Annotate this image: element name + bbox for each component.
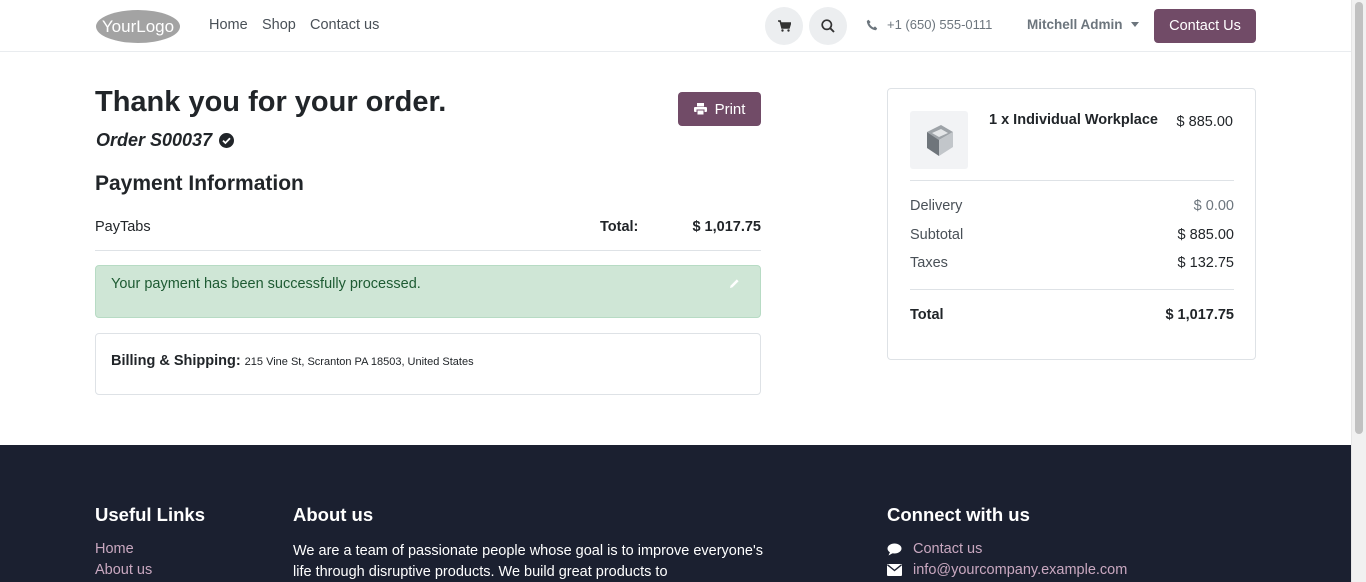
footer-email-link[interactable]: info@yourcompany.example.com [887, 562, 1127, 578]
about-text: We are a team of passionate people whose… [293, 543, 763, 580]
contact-link-text: Contact us [913, 541, 983, 557]
footer-contact-link[interactable]: Contact us [887, 541, 982, 557]
payment-total: Total: $ 1,017.75 [600, 219, 761, 235]
summary-row-delivery: Delivery $ 0.00 [910, 198, 1234, 214]
pencil-icon[interactable] [729, 278, 740, 289]
check-circle-icon [219, 133, 235, 148]
user-name: Mitchell Admin [1027, 17, 1123, 32]
logo-text: YourLogo [102, 17, 174, 36]
summary-total-value: $ 1,017.75 [1165, 307, 1234, 323]
summary-value: $ 132.75 [1177, 255, 1234, 271]
phone-number: +1 (650) 555-0111 [887, 17, 993, 32]
workplace-icon [927, 125, 953, 156]
email-text: info@yourcompany.example.com [913, 562, 1128, 578]
summary-value: $ 885.00 [1177, 227, 1234, 243]
order-reference: Order S00037 [96, 130, 235, 151]
order-number: Order S00037 [96, 130, 213, 150]
top-navbar: YourLogo Home Shop Contact us +1 (650) 5… [0, 0, 1351, 52]
caret-down-icon [1130, 22, 1139, 27]
footer-link-about[interactable]: About us [95, 562, 152, 578]
company-logo[interactable]: YourLogo [95, 9, 181, 44]
summary-row-taxes: Taxes $ 132.75 [910, 255, 1234, 271]
order-summary-card: 1 x Individual Workplace $ 885.00 Delive… [887, 88, 1256, 360]
scrollbar-thumb[interactable] [1355, 2, 1363, 434]
payment-provider: PayTabs [95, 219, 151, 235]
print-label: Print [714, 100, 746, 118]
footer-link-home[interactable]: Home [95, 541, 134, 557]
comment-icon [887, 543, 902, 555]
summary-total-label: Total [910, 307, 944, 323]
billing-shipping-box: Billing & Shipping: 215 Vine St, Scranto… [95, 333, 761, 395]
summary-row-subtotal: Subtotal $ 885.00 [910, 227, 1234, 243]
summary-value: $ 0.00 [1193, 198, 1234, 214]
contact-us-button[interactable]: Contact Us [1154, 9, 1256, 43]
page-scrollbar[interactable] [1351, 0, 1366, 582]
search-button[interactable] [809, 7, 847, 45]
user-menu[interactable]: Mitchell Admin [1027, 17, 1139, 32]
summary-row-total: Total $ 1,017.75 [910, 307, 1234, 323]
print-button[interactable]: Print [678, 92, 761, 126]
nav-shop[interactable]: Shop [262, 17, 296, 33]
product-name[interactable]: 1 x Individual Workplace [989, 112, 1158, 128]
summary-label: Delivery [910, 198, 963, 214]
billing-address: 215 Vine St, Scranton PA 18503, United S… [244, 356, 474, 368]
connect-heading: Connect with us [887, 504, 1030, 525]
page-title: Thank you for your order. [95, 86, 447, 118]
phone-contact[interactable]: +1 (650) 555-0111 [866, 17, 992, 32]
product-image[interactable] [910, 111, 968, 169]
about-heading: About us [293, 504, 374, 525]
envelope-icon [887, 564, 902, 576]
payment-total-value: $ 1,017.75 [692, 219, 761, 235]
summary-label: Taxes [910, 255, 948, 271]
search-icon [821, 19, 835, 33]
divider [95, 250, 761, 251]
nav-contact-us[interactable]: Contact us [310, 17, 379, 33]
useful-links-heading: Useful Links [95, 504, 205, 525]
cart-button[interactable] [765, 7, 803, 45]
summary-label: Subtotal [910, 227, 964, 243]
success-message: Your payment has been successfully proce… [111, 276, 421, 292]
nav-home[interactable]: Home [209, 17, 248, 33]
phone-icon [866, 19, 878, 30]
site-footer: Useful Links Home About us About us We a… [0, 445, 1351, 582]
summary-divider [910, 289, 1234, 290]
payment-success-alert: Your payment has been successfully proce… [95, 265, 761, 318]
product-price: $ 885.00 [1176, 114, 1233, 130]
payment-total-label: Total: [600, 219, 639, 235]
printer-icon [693, 103, 707, 115]
payment-heading: Payment Information [95, 172, 304, 195]
billing-label: Billing & Shipping: [111, 353, 241, 369]
cart-icon [777, 20, 791, 32]
summary-divider [910, 180, 1234, 181]
